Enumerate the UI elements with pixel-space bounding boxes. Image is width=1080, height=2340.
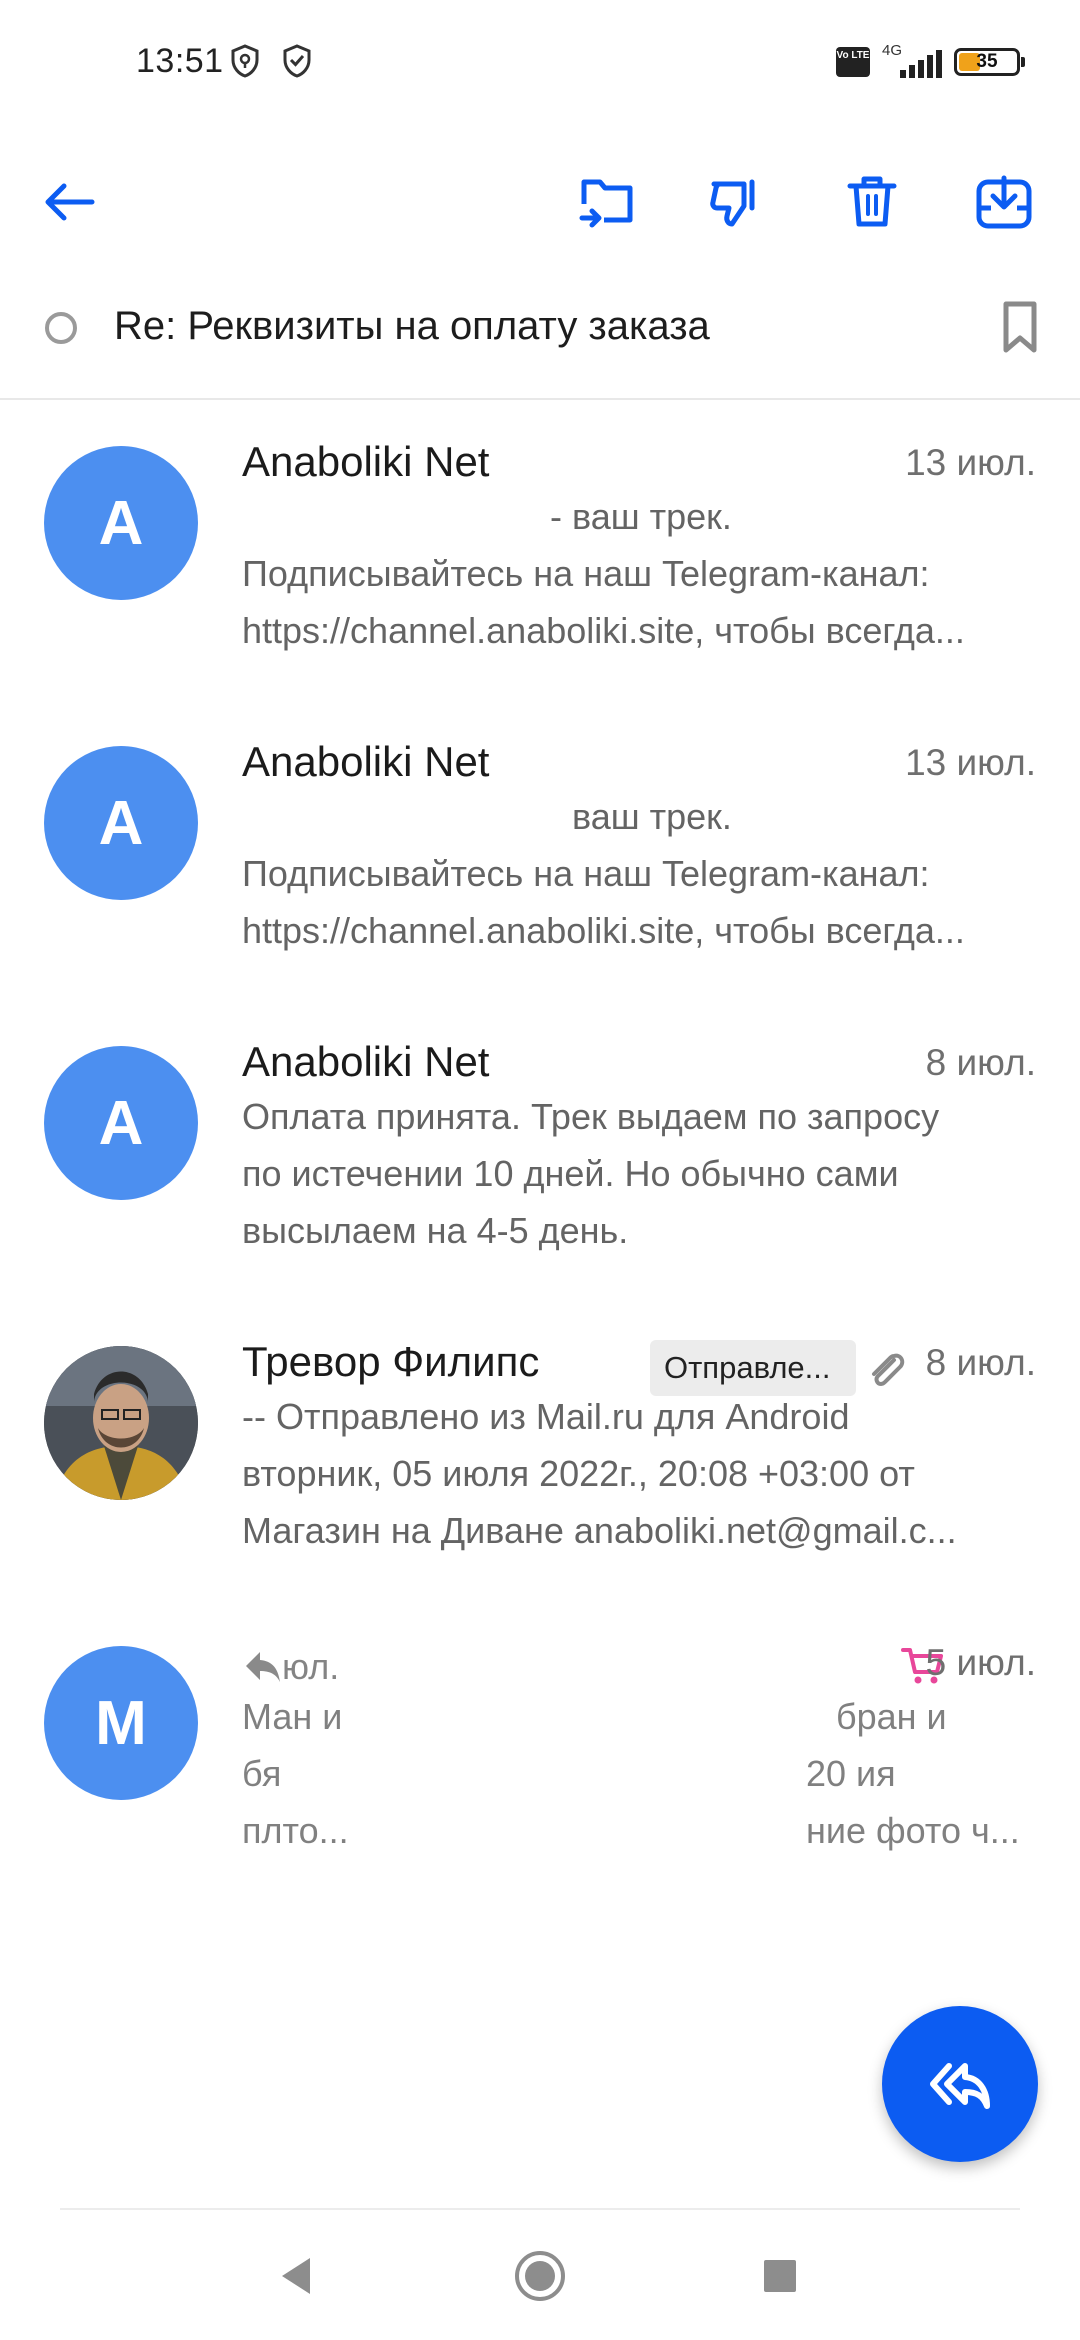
avatar: A <box>44 446 198 600</box>
person-photo-icon <box>44 1346 198 1500</box>
home-circle-icon <box>515 2251 565 2301</box>
triangle-back-icon <box>282 2258 310 2294</box>
message-date: 8 июл. <box>925 1342 1036 1383</box>
reply-all-button[interactable] <box>882 2006 1038 2162</box>
avatar: M <box>44 1646 198 1800</box>
thumbs-down-icon <box>710 179 755 227</box>
message-item[interactable]: A Anaboliki Net 13 июл. - ваш трек. Подп… <box>0 438 1080 746</box>
bookmark-icon[interactable] <box>996 298 1044 356</box>
message-preview-fragment: 20 ия <box>806 1753 896 1794</box>
message-item[interactable]: A Anaboliki Net 8 июл. Оплата принята. Т… <box>0 1038 1080 1346</box>
avatar-photo <box>44 1346 198 1500</box>
message-preview-line: Подписывайтесь на наш Telegram-канал: <box>242 553 930 594</box>
toolbar <box>0 150 1080 250</box>
message-preview-line: https://channel.anaboliki.site, чтобы вс… <box>242 610 965 651</box>
avatar: A <box>44 1046 198 1200</box>
message-item[interactable]: Тревор Филипс Отправле... 8 июл. -- Отпр… <box>0 1338 1080 1646</box>
message-date: 8 июл. <box>925 1042 1036 1083</box>
message-date: 5 июл. <box>925 1642 1036 1683</box>
message-preview-line: высылаем на 4-5 день. <box>242 1210 629 1251</box>
network-type: 4G <box>882 42 903 59</box>
shield-icon <box>231 44 259 78</box>
spam-button[interactable] <box>706 170 770 234</box>
attachment-icon <box>872 1353 905 1387</box>
shield-check-icon <box>283 44 311 78</box>
nav-recents-button[interactable] <box>750 2246 810 2306</box>
message-preview-fragment: плто... <box>242 1810 349 1851</box>
message-preview-fragment: бран и <box>836 1696 947 1737</box>
thread-subject-row: Re: Реквизиты на оплату заказа <box>0 280 1080 400</box>
message-sender: Anaboliki Net <box>242 738 490 785</box>
nav-back-button[interactable] <box>266 2246 326 2306</box>
message-preview-line: ваш трек. <box>572 796 732 837</box>
volte-icon: Vo LTE <box>836 47 870 77</box>
message-preview-line: - ваш трек. <box>550 496 732 537</box>
back-button[interactable] <box>36 170 100 234</box>
delete-button[interactable] <box>840 170 904 234</box>
message-date: 13 июл. <box>905 442 1036 483</box>
back-arrow-icon <box>45 183 95 221</box>
message-preview-line: вторник, 05 июля 2022г., 20:08 +03:00 от <box>242 1453 915 1494</box>
message-preview-line: Магазин на Диване anaboliki.net@gmail.c.… <box>242 1510 957 1551</box>
message-item[interactable]: A Anaboliki Net 13 июл. ваш трек. Подпис… <box>0 738 1080 1046</box>
message-preview-fragment: ние фото ч... <box>806 1810 1020 1851</box>
move-button[interactable] <box>576 170 640 234</box>
message-preview-fragment: Ман и <box>242 1696 343 1737</box>
battery-level: 35 <box>976 51 998 72</box>
trash-icon <box>847 176 897 227</box>
replied-icon <box>246 1652 280 1682</box>
download-icon <box>976 175 1032 229</box>
message-sender: Тревор Филипс <box>242 1338 540 1385</box>
message-sender: Anaboliki Net <box>242 1038 490 1085</box>
status-time: 13:51 <box>136 42 224 80</box>
unread-toggle[interactable] <box>45 312 77 344</box>
status-bar: 13:51 Vo LTE 4G 35 <box>0 0 1080 125</box>
message-sender: юл. <box>282 1646 340 1687</box>
message-preview-line: по истечении 10 дней. Но обычно сами <box>242 1153 899 1194</box>
message-date: 13 июл. <box>905 742 1036 783</box>
avatar: A <box>44 746 198 900</box>
folder-badge: Отправле... <box>650 1340 856 1396</box>
message-preview-line: Подписывайтесь на наш Telegram-канал: <box>242 853 930 894</box>
nav-divider <box>60 2208 1020 2210</box>
thread-subject: Re: Реквизиты на оплату заказа <box>114 304 710 348</box>
archive-button[interactable] <box>972 170 1036 234</box>
battery-icon: 35 <box>954 48 1025 76</box>
message-sender: Anaboliki Net <box>242 438 490 485</box>
message-preview-line: https://channel.anaboliki.site, чтобы вс… <box>242 910 965 951</box>
move-to-folder-icon <box>579 179 633 228</box>
message-preview-line: Оплата принята. Трек выдаем по запросу <box>242 1096 940 1137</box>
message-preview-line: -- Отправлено из Mail.ru для Android <box>242 1396 850 1437</box>
square-recents-icon <box>764 2260 796 2292</box>
nav-home-button[interactable] <box>510 2246 570 2306</box>
message-item[interactable]: M юл. 5 июл. Ман и бя плто... бран и 20 … <box>0 1642 1080 1946</box>
reply-all-icon <box>930 2063 990 2109</box>
message-preview-fragment: бя <box>242 1753 282 1794</box>
signal-icon: 4G <box>882 42 942 82</box>
